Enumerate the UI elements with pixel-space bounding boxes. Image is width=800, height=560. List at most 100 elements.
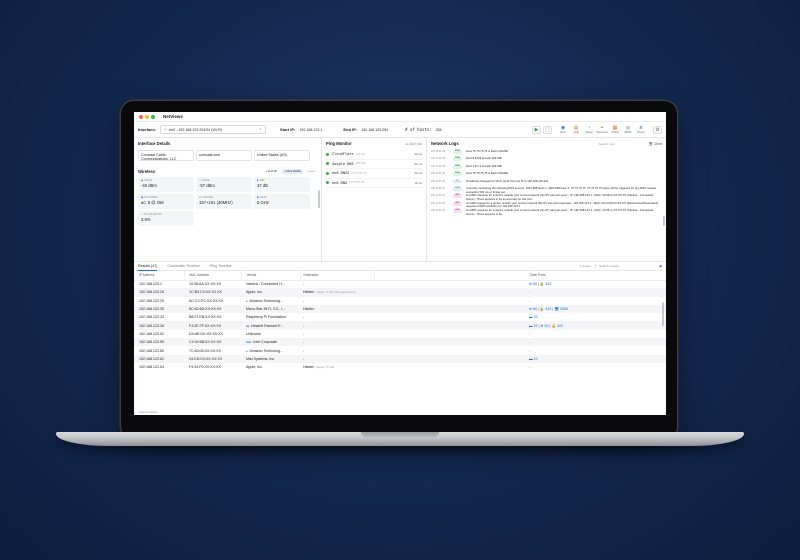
vendor-name: Micro-Star INT'L CO., L... <box>246 307 287 312</box>
results-search-input[interactable]: Search results... <box>595 264 655 268</box>
hostname-value: Hidden <box>303 365 315 370</box>
cell-ip: 192.168.123.1 <box>139 282 162 287</box>
log-message: Host 1.0.0.1 is back ONLINE <box>466 163 502 168</box>
interface-details-title: Interface Details <box>138 141 171 146</box>
ping-host-ip: (75.75.75.75) <box>349 181 365 185</box>
ping-host-row[interactable]: Google DNS (8.8.8.8) 34 ms <box>326 160 422 169</box>
tool-button-audit[interactable]: ▤ Audit <box>570 125 582 134</box>
more-details-label: More Details <box>286 170 301 173</box>
ping-host-row[interactable]: CloudFlare (1.0.0.1) 34 ms <box>326 150 422 160</box>
clear-logs-button[interactable]: 🗑 Clear <box>649 142 662 146</box>
tool-button-mdns[interactable]: ◎ MDNS <box>622 125 634 134</box>
tab-results[interactable]: Results (47) <box>138 262 158 271</box>
cell-mac: 04:CD:C0:XX:XX:XX <box>184 354 241 363</box>
wireless-tile: ◧BAND 5 GHz <box>254 194 310 209</box>
table-row[interactable]: 192.168.123.59 C4:34:6B:XX:XX:XX intel Inte… <box>134 338 666 347</box>
tile-label: MCS INDEX <box>144 196 158 199</box>
tool-button-routes[interactable]: ⋔ Routes <box>635 125 647 134</box>
tool-button-subnet[interactable]: ▦ Subnet <box>609 125 621 134</box>
export-button[interactable]: ⇪ Export <box>579 264 591 268</box>
cell-open-ports: - <box>529 365 531 370</box>
ping-latency: 24 ms <box>414 171 422 176</box>
ping-host-row[interactable]: en0 DNS (75.75.75.75) 16 ms <box>326 179 422 188</box>
cell-vendor: Raspberry Pi Foundation <box>241 313 300 321</box>
tile-value: -97 dBm <box>199 183 215 189</box>
cell-mac: D4:AE:DD:XX:XX:XX <box>189 331 223 336</box>
col-vendor[interactable]: Vendor <box>241 271 301 281</box>
log-message: Host 8.8.8.8 is back ONLINE <box>466 156 502 161</box>
add-host-button[interactable]: ⊕ Add Host <box>405 142 422 146</box>
wireless-title: Wireless <box>138 169 156 174</box>
add-host-label: Add Host <box>408 141 422 146</box>
table-row[interactable]: 192.168.123.38 F4:2E:7F:XX:XX:XX hp Hewlett… <box>134 321 666 330</box>
cell-ip: 192.168.123.60 <box>139 348 164 353</box>
vendor-name: Hewlett Packard E... <box>251 323 284 328</box>
tool-button-speed[interactable]: ◔ Speed <box>583 125 595 134</box>
table-row[interactable]: 192.168.123.62 04:CD:C0:XX:XX:XX Mist Syst… <box>134 354 666 363</box>
ping-latency: 34 ms <box>414 152 422 157</box>
log-tag: DNS <box>453 186 462 191</box>
wireless-tiles: ◉SIGNAL -45 dBm ∿NOISE -97 dBm ▮SNR 37 dB ▣MCS… <box>138 177 317 226</box>
close-window-button[interactable] <box>139 114 143 119</box>
tool-button-traceroute[interactable]: ⌖ Traceroute <box>596 125 608 134</box>
find-ap-button[interactable]: ● Find AP <box>264 169 279 174</box>
log-time: 2/9 11:01:07 <box>431 209 446 213</box>
zoom-window-button[interactable] <box>151 114 155 119</box>
tile-label-row: ▣MCS INDEX <box>141 196 191 199</box>
more-details-button[interactable]: ● More Details <box>282 169 303 174</box>
cell-vendor: Unknown <box>241 330 300 338</box>
table-row[interactable]: 192.168.123.30 6C:62:6D:XX:XX:XX Micro-Sta… <box>134 304 666 314</box>
live-toggle[interactable]: ● Live <box>306 169 317 174</box>
hosts-label: # of hosts: <box>405 127 432 132</box>
image-icon[interactable]: ▣ <box>659 264 662 268</box>
tool-button-wi-fi[interactable]: ◉ Wi-Fi <box>557 125 569 134</box>
table-row[interactable]: 192.168.123.52 D4:AE:DD:XX:XX:XX Unknown - - <box>134 330 666 338</box>
ping-host-ip: (75.75.76.76) <box>351 171 367 175</box>
cell-open-ports: - <box>529 348 531 353</box>
log-time: 2/9 11:01:24 <box>431 164 446 168</box>
vendor-name: Raspberry Pi Foundation <box>246 315 286 320</box>
online-status-icon <box>326 171 329 175</box>
vendor-logo-icon: intel <box>246 341 252 345</box>
country-field: United States (US) <box>254 150 310 161</box>
log-search-input[interactable]: Search logs... <box>599 142 639 146</box>
clear-logs-label: Clear <box>653 141 662 146</box>
ping-host-name: Google DNS <box>332 161 354 166</box>
log-time: 2/9 11:01:24 <box>431 157 446 161</box>
ping-monitor-header: Ping Monitor ⊕ Add Host <box>326 141 422 146</box>
minimize-window-button[interactable] <box>145 114 149 119</box>
vendor-name: Apple, Inc. <box>246 290 263 295</box>
log-time: 2/9 11:01:07 <box>431 179 446 183</box>
hostname-value: - <box>303 282 305 287</box>
col-hostname[interactable]: Hostname <box>300 271 375 281</box>
end-ip-label: End IP: <box>343 127 358 132</box>
log-message: Host 75.75.76.76 is back ONLINE <box>466 149 508 153</box>
cell-mac: C4:34:6B:XX:XX:XX <box>184 338 241 347</box>
cell-open-ports: - <box>374 338 666 347</box>
logs-scrollbar[interactable] <box>663 216 665 226</box>
start-ip-input[interactable]: 192.168.123.1 <box>299 128 339 132</box>
table-row[interactable]: 192.168.123.26 1C:B3:C9:XX:XX:XX Apple, In… <box>134 288 666 297</box>
vendor-name: Intel Corporate <box>253 340 278 345</box>
tab-connection-timeline[interactable]: Connection Timeline <box>167 262 200 270</box>
play-scan-button[interactable]: ▶ <box>532 126 541 134</box>
mcs-icon: ▣ <box>141 196 144 199</box>
table-row[interactable]: 192.168.123.29 AC:CC:FC:XX:XX:XX a Amazon T… <box>134 297 666 305</box>
cell-vendor: intel Intel Corporate <box>241 338 300 347</box>
stop-button[interactable]: ▢ <box>543 126 552 134</box>
col-ip[interactable]: IP Address <box>134 271 185 281</box>
settings-button[interactable]: ⚙ <box>653 126 662 134</box>
table-row[interactable]: 192.168.123.60 7C:63:05:XX:XX:XX a Amazon T… <box>134 346 666 354</box>
left-panel-scrollbar[interactable] <box>318 190 320 208</box>
tab-ping-timeline[interactable]: Ping Timeline <box>210 262 232 270</box>
interface-select[interactable]: ◠ en0 - 192.168.123.203/24 (Wi-Fi) ⌃ <box>160 125 267 134</box>
table-row[interactable]: 192.168.123.64 F4:34:F0:XX:XX:XX Apple, In… <box>134 363 666 371</box>
ping-host-row[interactable]: en0 DNS2 (75.75.76.76) 24 ms <box>326 169 422 179</box>
results-scrollbar[interactable] <box>662 302 664 326</box>
col-open-ports[interactable]: Open Ports <box>374 271 666 281</box>
end-ip-input[interactable]: 192.168.123.254 <box>361 128 401 132</box>
table-row[interactable]: 192.168.123.1 10:36:AA:XX:XX:XX Vantiva - … <box>134 280 666 288</box>
cell-ip: 192.168.123.33 <box>139 315 164 320</box>
col-mac[interactable]: MAC Address <box>184 271 242 281</box>
table-row[interactable]: 192.168.123.33 B8:27:EB:XX:XX:XX Raspberry… <box>134 313 666 321</box>
